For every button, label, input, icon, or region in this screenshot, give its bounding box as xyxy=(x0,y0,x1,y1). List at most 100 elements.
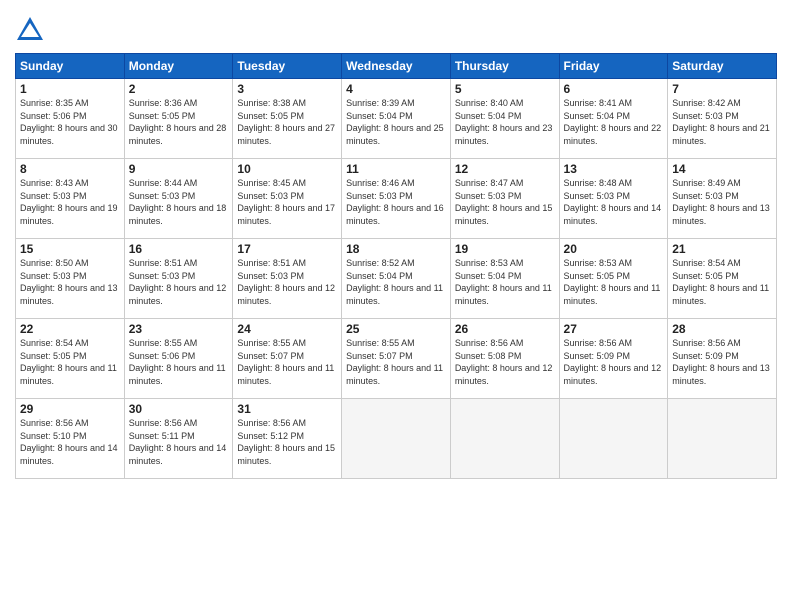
day-info: Sunrise: 8:44 AMSunset: 5:03 PMDaylight:… xyxy=(129,177,229,227)
day-info: Sunrise: 8:46 AMSunset: 5:03 PMDaylight:… xyxy=(346,177,446,227)
day-cell: 12 Sunrise: 8:47 AMSunset: 5:03 PMDaylig… xyxy=(450,159,559,239)
day-cell: 29 Sunrise: 8:56 AMSunset: 5:10 PMDaylig… xyxy=(16,399,125,479)
day-cell: 26 Sunrise: 8:56 AMSunset: 5:08 PMDaylig… xyxy=(450,319,559,399)
day-number: 29 xyxy=(20,402,120,416)
day-cell: 9 Sunrise: 8:44 AMSunset: 5:03 PMDayligh… xyxy=(124,159,233,239)
page-header xyxy=(15,15,777,45)
week-row-2: 8 Sunrise: 8:43 AMSunset: 5:03 PMDayligh… xyxy=(16,159,777,239)
day-number: 9 xyxy=(129,162,229,176)
day-cell: 16 Sunrise: 8:51 AMSunset: 5:03 PMDaylig… xyxy=(124,239,233,319)
day-info: Sunrise: 8:53 AMSunset: 5:05 PMDaylight:… xyxy=(564,257,664,307)
day-number: 2 xyxy=(129,82,229,96)
day-number: 5 xyxy=(455,82,555,96)
col-header-friday: Friday xyxy=(559,54,668,79)
day-number: 3 xyxy=(237,82,337,96)
day-number: 1 xyxy=(20,82,120,96)
day-info: Sunrise: 8:43 AMSunset: 5:03 PMDaylight:… xyxy=(20,177,120,227)
day-cell: 4 Sunrise: 8:39 AMSunset: 5:04 PMDayligh… xyxy=(342,79,451,159)
day-cell: 25 Sunrise: 8:55 AMSunset: 5:07 PMDaylig… xyxy=(342,319,451,399)
day-number: 6 xyxy=(564,82,664,96)
day-info: Sunrise: 8:51 AMSunset: 5:03 PMDaylight:… xyxy=(129,257,229,307)
calendar-table: SundayMondayTuesdayWednesdayThursdayFrid… xyxy=(15,53,777,479)
day-cell: 18 Sunrise: 8:52 AMSunset: 5:04 PMDaylig… xyxy=(342,239,451,319)
day-cell xyxy=(450,399,559,479)
day-number: 26 xyxy=(455,322,555,336)
day-info: Sunrise: 8:56 AMSunset: 5:10 PMDaylight:… xyxy=(20,417,120,467)
header-row: SundayMondayTuesdayWednesdayThursdayFrid… xyxy=(16,54,777,79)
day-number: 20 xyxy=(564,242,664,256)
day-cell: 17 Sunrise: 8:51 AMSunset: 5:03 PMDaylig… xyxy=(233,239,342,319)
day-cell: 8 Sunrise: 8:43 AMSunset: 5:03 PMDayligh… xyxy=(16,159,125,239)
day-number: 28 xyxy=(672,322,772,336)
day-info: Sunrise: 8:45 AMSunset: 5:03 PMDaylight:… xyxy=(237,177,337,227)
day-cell: 31 Sunrise: 8:56 AMSunset: 5:12 PMDaylig… xyxy=(233,399,342,479)
day-number: 18 xyxy=(346,242,446,256)
day-info: Sunrise: 8:52 AMSunset: 5:04 PMDaylight:… xyxy=(346,257,446,307)
day-number: 23 xyxy=(129,322,229,336)
col-header-tuesday: Tuesday xyxy=(233,54,342,79)
day-info: Sunrise: 8:50 AMSunset: 5:03 PMDaylight:… xyxy=(20,257,120,307)
day-number: 12 xyxy=(455,162,555,176)
day-info: Sunrise: 8:48 AMSunset: 5:03 PMDaylight:… xyxy=(564,177,664,227)
day-cell: 3 Sunrise: 8:38 AMSunset: 5:05 PMDayligh… xyxy=(233,79,342,159)
day-cell: 1 Sunrise: 8:35 AMSunset: 5:06 PMDayligh… xyxy=(16,79,125,159)
day-cell: 20 Sunrise: 8:53 AMSunset: 5:05 PMDaylig… xyxy=(559,239,668,319)
day-cell: 27 Sunrise: 8:56 AMSunset: 5:09 PMDaylig… xyxy=(559,319,668,399)
day-info: Sunrise: 8:53 AMSunset: 5:04 PMDaylight:… xyxy=(455,257,555,307)
col-header-sunday: Sunday xyxy=(16,54,125,79)
day-cell: 24 Sunrise: 8:55 AMSunset: 5:07 PMDaylig… xyxy=(233,319,342,399)
day-number: 22 xyxy=(20,322,120,336)
day-cell: 13 Sunrise: 8:48 AMSunset: 5:03 PMDaylig… xyxy=(559,159,668,239)
day-info: Sunrise: 8:56 AMSunset: 5:09 PMDaylight:… xyxy=(564,337,664,387)
day-number: 7 xyxy=(672,82,772,96)
week-row-5: 29 Sunrise: 8:56 AMSunset: 5:10 PMDaylig… xyxy=(16,399,777,479)
day-cell: 23 Sunrise: 8:55 AMSunset: 5:06 PMDaylig… xyxy=(124,319,233,399)
day-number: 30 xyxy=(129,402,229,416)
day-number: 13 xyxy=(564,162,664,176)
day-info: Sunrise: 8:49 AMSunset: 5:03 PMDaylight:… xyxy=(672,177,772,227)
day-info: Sunrise: 8:54 AMSunset: 5:05 PMDaylight:… xyxy=(672,257,772,307)
day-info: Sunrise: 8:36 AMSunset: 5:05 PMDaylight:… xyxy=(129,97,229,147)
day-info: Sunrise: 8:56 AMSunset: 5:12 PMDaylight:… xyxy=(237,417,337,467)
day-number: 11 xyxy=(346,162,446,176)
day-info: Sunrise: 8:47 AMSunset: 5:03 PMDaylight:… xyxy=(455,177,555,227)
day-cell: 22 Sunrise: 8:54 AMSunset: 5:05 PMDaylig… xyxy=(16,319,125,399)
day-cell xyxy=(559,399,668,479)
day-info: Sunrise: 8:35 AMSunset: 5:06 PMDaylight:… xyxy=(20,97,120,147)
day-cell: 2 Sunrise: 8:36 AMSunset: 5:05 PMDayligh… xyxy=(124,79,233,159)
day-cell: 14 Sunrise: 8:49 AMSunset: 5:03 PMDaylig… xyxy=(668,159,777,239)
day-info: Sunrise: 8:55 AMSunset: 5:07 PMDaylight:… xyxy=(346,337,446,387)
day-cell: 5 Sunrise: 8:40 AMSunset: 5:04 PMDayligh… xyxy=(450,79,559,159)
day-number: 16 xyxy=(129,242,229,256)
day-cell: 10 Sunrise: 8:45 AMSunset: 5:03 PMDaylig… xyxy=(233,159,342,239)
logo xyxy=(15,15,49,45)
day-cell xyxy=(668,399,777,479)
day-number: 15 xyxy=(20,242,120,256)
day-cell: 6 Sunrise: 8:41 AMSunset: 5:04 PMDayligh… xyxy=(559,79,668,159)
day-cell: 28 Sunrise: 8:56 AMSunset: 5:09 PMDaylig… xyxy=(668,319,777,399)
day-number: 10 xyxy=(237,162,337,176)
day-info: Sunrise: 8:42 AMSunset: 5:03 PMDaylight:… xyxy=(672,97,772,147)
day-number: 27 xyxy=(564,322,664,336)
day-number: 4 xyxy=(346,82,446,96)
day-info: Sunrise: 8:40 AMSunset: 5:04 PMDaylight:… xyxy=(455,97,555,147)
day-cell: 7 Sunrise: 8:42 AMSunset: 5:03 PMDayligh… xyxy=(668,79,777,159)
day-info: Sunrise: 8:56 AMSunset: 5:09 PMDaylight:… xyxy=(672,337,772,387)
day-number: 24 xyxy=(237,322,337,336)
day-info: Sunrise: 8:55 AMSunset: 5:06 PMDaylight:… xyxy=(129,337,229,387)
day-cell: 19 Sunrise: 8:53 AMSunset: 5:04 PMDaylig… xyxy=(450,239,559,319)
week-row-4: 22 Sunrise: 8:54 AMSunset: 5:05 PMDaylig… xyxy=(16,319,777,399)
week-row-1: 1 Sunrise: 8:35 AMSunset: 5:06 PMDayligh… xyxy=(16,79,777,159)
day-info: Sunrise: 8:41 AMSunset: 5:04 PMDaylight:… xyxy=(564,97,664,147)
day-cell: 15 Sunrise: 8:50 AMSunset: 5:03 PMDaylig… xyxy=(16,239,125,319)
day-cell xyxy=(342,399,451,479)
col-header-saturday: Saturday xyxy=(668,54,777,79)
page-container: SundayMondayTuesdayWednesdayThursdayFrid… xyxy=(0,0,792,489)
day-info: Sunrise: 8:39 AMSunset: 5:04 PMDaylight:… xyxy=(346,97,446,147)
day-number: 14 xyxy=(672,162,772,176)
col-header-wednesday: Wednesday xyxy=(342,54,451,79)
logo-icon xyxy=(15,15,45,45)
day-info: Sunrise: 8:55 AMSunset: 5:07 PMDaylight:… xyxy=(237,337,337,387)
day-number: 17 xyxy=(237,242,337,256)
day-cell: 21 Sunrise: 8:54 AMSunset: 5:05 PMDaylig… xyxy=(668,239,777,319)
